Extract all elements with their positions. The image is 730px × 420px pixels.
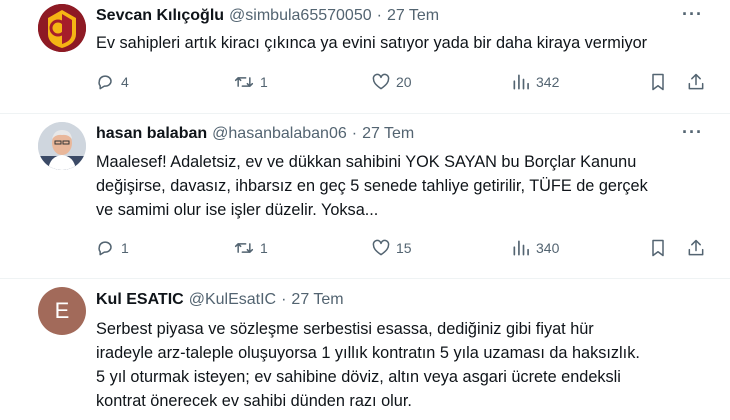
views-chart-icon — [513, 240, 529, 256]
reply-count: 1 — [121, 240, 129, 256]
tweet-text-line: 5 yıl oturmak isteyen; ev sahibine döviz… — [96, 368, 621, 386]
reply-button[interactable]: 1 — [96, 238, 129, 258]
retweet-button[interactable]: 1 — [233, 72, 268, 92]
share-button[interactable] — [686, 237, 706, 259]
avatar-letter: E — [54, 298, 70, 323]
like-button[interactable]: 20 — [371, 72, 412, 92]
retweet-icon — [234, 77, 254, 87]
tweet-text-line: ve samimi olur ise işler düzelir. Yoksa.… — [96, 201, 379, 219]
view-count: 342 — [536, 74, 560, 90]
reply-icon — [98, 75, 112, 90]
views-button[interactable]: 342 — [511, 72, 559, 92]
reply-button[interactable]: 4 — [96, 72, 129, 92]
tweet-date[interactable]: 27 Tem — [362, 125, 414, 143]
retweet-icon — [234, 243, 254, 253]
profile-photo-icon — [38, 122, 86, 170]
more-options-icon[interactable]: ··· — [682, 122, 703, 143]
tweet-date[interactable]: 27 Tem — [291, 291, 343, 309]
retweet-count: 1 — [260, 240, 268, 256]
author-name[interactable]: Sevcan Kılıçoğlu — [96, 7, 224, 25]
galatasaray-logo-icon — [38, 4, 86, 52]
tweet-text-line: Serbest piyasa ve sözleşme serbestisi es… — [96, 320, 594, 338]
avatar[interactable] — [38, 4, 86, 52]
reply-count: 4 — [121, 74, 129, 90]
more-options-icon[interactable]: ··· — [682, 4, 703, 25]
bookmark-icon — [652, 73, 664, 91]
tweet-text: Maalesef! Adaletsiz, ev ve dükkan sahibi… — [96, 150, 716, 222]
tweet-text-line: Ev sahipleri artık kiracı çıkınca ya evi… — [96, 34, 648, 52]
share-button[interactable] — [686, 71, 706, 93]
like-button[interactable]: 15 — [371, 238, 412, 258]
heart-icon — [372, 73, 390, 90]
tweet-text-line: kontrat önerecek ev sahibi dünden razı o… — [96, 392, 412, 410]
bookmark-button[interactable] — [648, 237, 668, 259]
view-count: 340 — [536, 240, 560, 256]
separator-dot: · — [351, 125, 358, 142]
views-button[interactable]: 340 — [511, 238, 559, 258]
bookmark-icon — [652, 239, 664, 257]
tweet-1[interactable]: Sevcan Kılıçoğlu @simbula65570050 · 27 T… — [0, 0, 730, 113]
tweet-3[interactable]: E Kul ESATIC @KulEsatIC · 27 Tem Serbest… — [0, 279, 730, 420]
tweet-text-line: iradeyle arz-taleple oluşuyorsa 1 yıllık… — [96, 344, 640, 362]
views-chart-icon — [513, 74, 529, 90]
heart-icon — [372, 239, 390, 256]
share-icon — [688, 73, 704, 90]
retweet-button[interactable]: 1 — [233, 238, 268, 258]
separator-dot: · — [281, 291, 287, 308]
author-name[interactable]: hasan balaban — [96, 125, 207, 143]
avatar[interactable] — [38, 122, 86, 170]
tweet-text-line: değişirse, davasız, ihbarsız en geç 5 se… — [96, 177, 648, 195]
like-count: 15 — [396, 240, 412, 256]
separator-dot: · — [376, 7, 382, 24]
author-handle[interactable]: @KulEsatIC — [189, 291, 276, 309]
tweet-date[interactable]: 27 Tem — [387, 7, 439, 25]
author-handle[interactable]: @hasanbalaban06 — [212, 125, 347, 143]
author-name[interactable]: Kul ESATIC — [96, 291, 184, 309]
share-icon — [688, 239, 704, 256]
like-count: 20 — [396, 74, 412, 90]
tweet-2[interactable]: hasan balaban @hasanbalaban06 · 27 Tem ·… — [0, 114, 730, 278]
retweet-count: 1 — [260, 74, 268, 90]
tweet-text: Ev sahipleri artık kiracı çıkınca ya evi… — [96, 31, 716, 55]
avatar[interactable]: E — [38, 287, 86, 335]
author-handle[interactable]: @simbula65570050 — [229, 7, 372, 25]
reply-icon — [98, 241, 112, 256]
tweet-text: Serbest piyasa ve sözleşme serbestisi es… — [96, 317, 716, 413]
tweet-text-line: Maalesef! Adaletsiz, ev ve dükkan sahibi… — [96, 153, 637, 171]
bookmark-button[interactable] — [648, 71, 668, 93]
